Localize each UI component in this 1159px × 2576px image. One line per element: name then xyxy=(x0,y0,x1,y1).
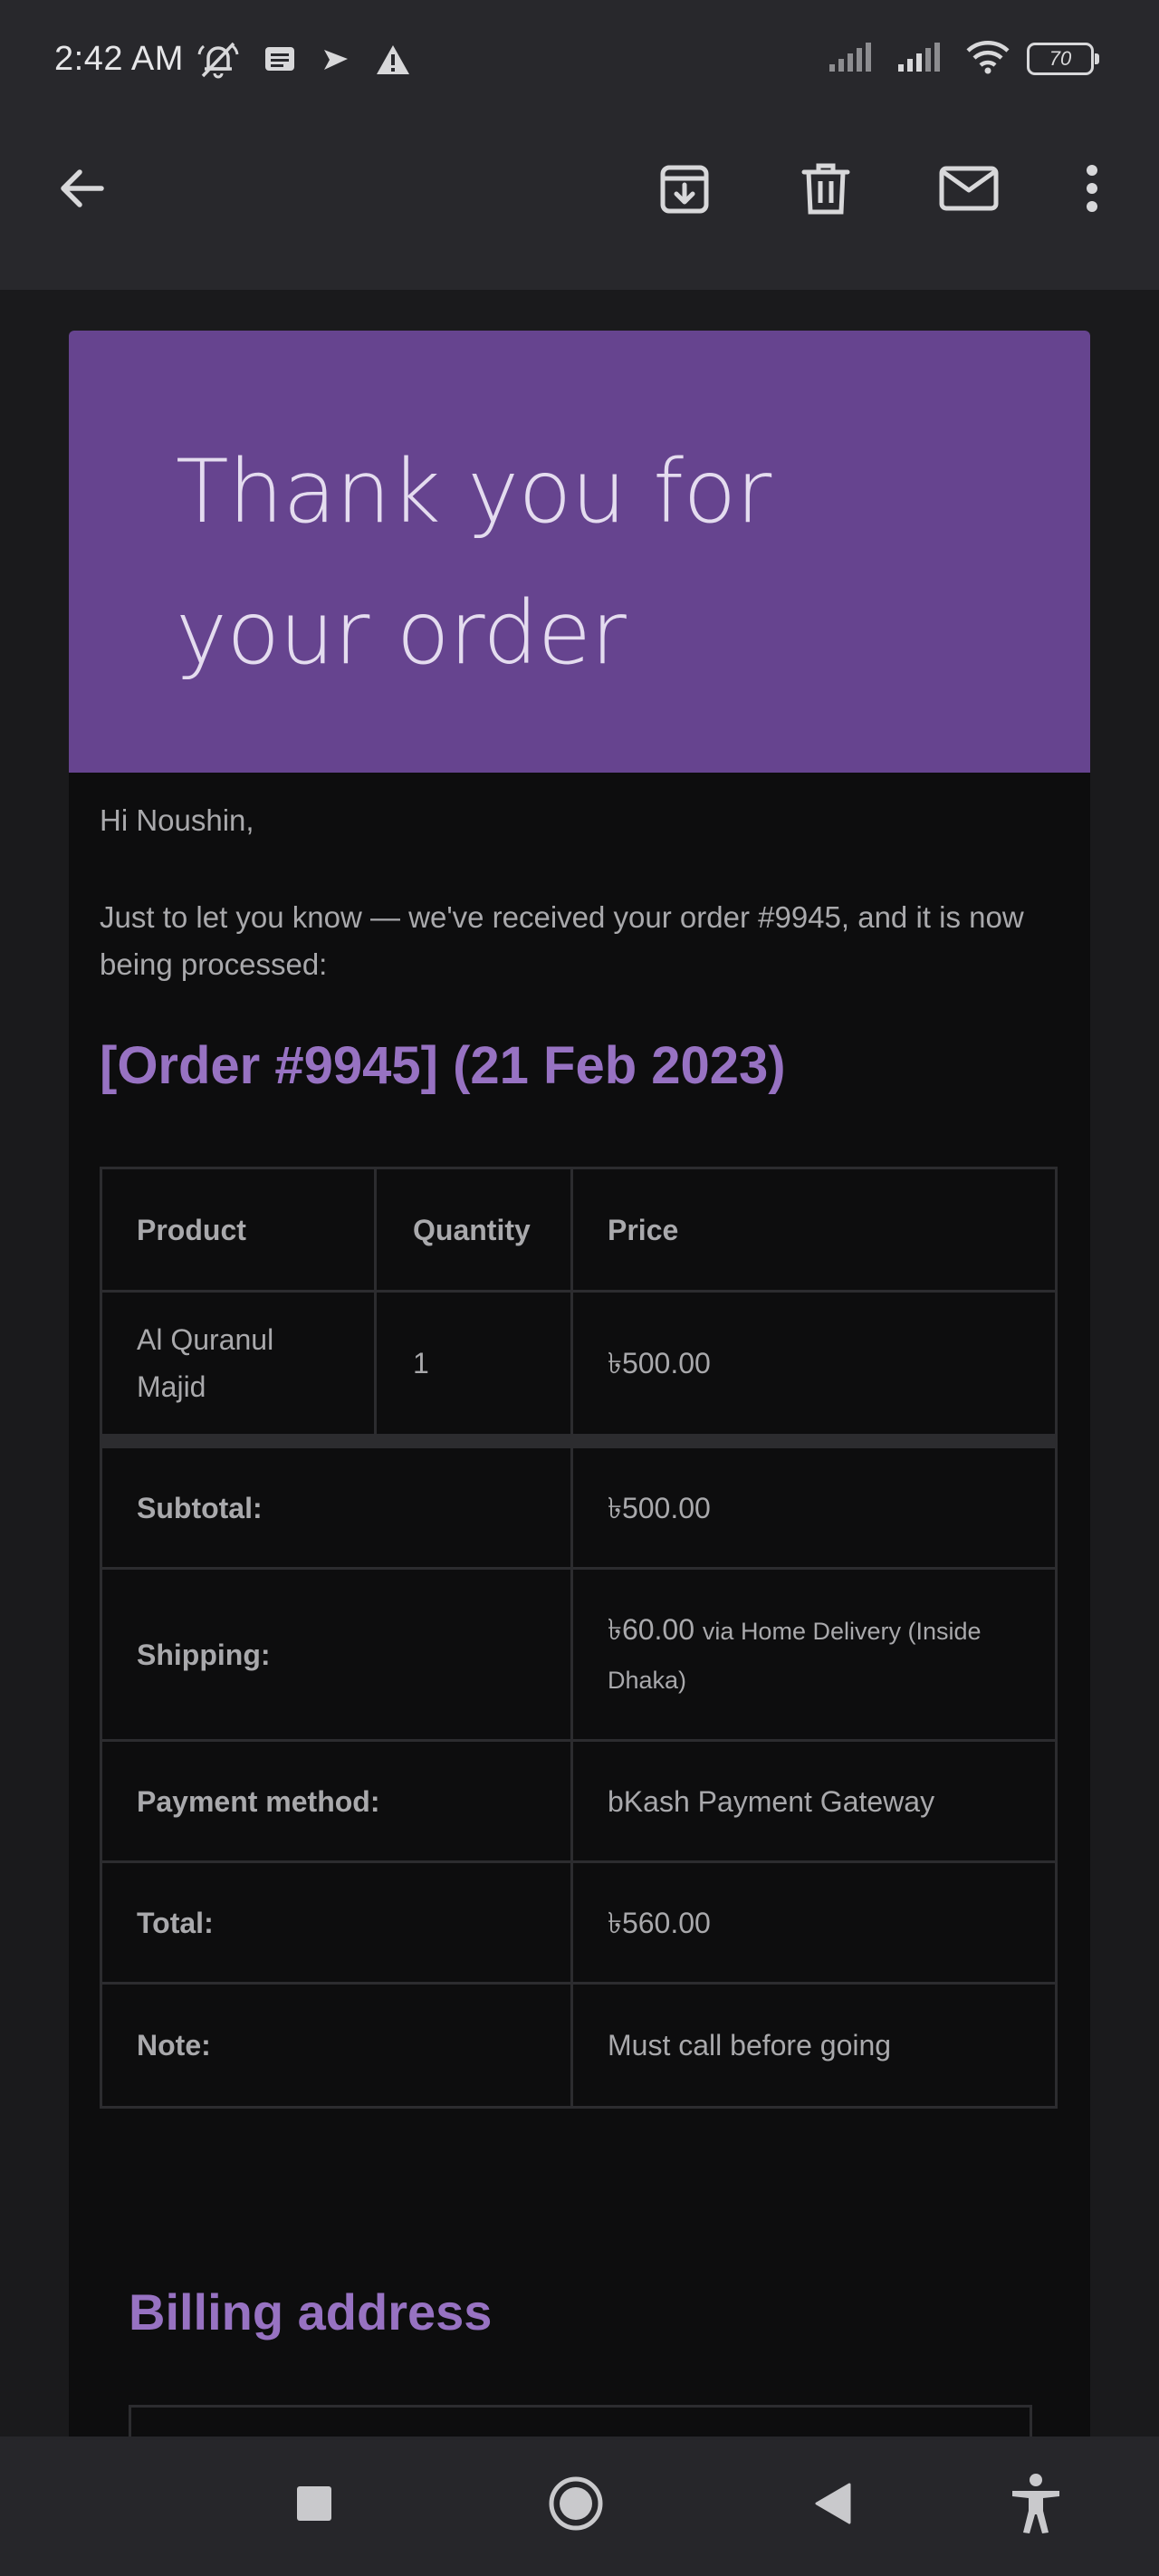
billing-address-box xyxy=(129,2405,1032,2437)
status-icons-right: 70 xyxy=(828,36,1099,82)
total-row: Total: ৳560.00 xyxy=(102,1863,1055,1985)
total-label: Total: xyxy=(137,1906,214,1939)
status-bar: 2:42 AM 70 xyxy=(0,0,1159,127)
shipping-value: ৳60.00 xyxy=(608,1612,695,1646)
mark-unread-button[interactable] xyxy=(933,154,1005,226)
email-hero-banner: Thank you for your order xyxy=(69,331,1090,773)
header-price: Price xyxy=(570,1169,1055,1290)
warning-icon xyxy=(375,43,411,81)
more-options-button[interactable] xyxy=(1056,154,1128,226)
battery-level: 70 xyxy=(1049,47,1072,70)
table-header-row: Product Quantity Price xyxy=(102,1169,1055,1293)
battery-icon: 70 xyxy=(1027,43,1099,75)
item-price: ৳500.00 xyxy=(570,1293,1055,1434)
payment-method-row: Payment method: bKash Payment Gateway xyxy=(102,1742,1055,1863)
mark-unread-icon xyxy=(938,163,1000,218)
location-arrow-icon xyxy=(321,44,351,80)
back-triangle-icon xyxy=(813,2483,853,2529)
status-time: 2:42 AM xyxy=(54,40,184,78)
delete-icon xyxy=(799,159,853,222)
recents-square-icon xyxy=(296,2485,332,2526)
signal-icon xyxy=(828,41,880,78)
back-arrow-icon xyxy=(56,163,107,218)
item-product: Al Quranul Majid xyxy=(137,1323,274,1403)
recents-button[interactable] xyxy=(278,2469,350,2542)
wifi-icon xyxy=(965,39,1011,80)
note-value: Must call before going xyxy=(570,1985,1055,2106)
shipping-value-cell: ৳60.00 via Home Delivery (Inside Dhaka) xyxy=(570,1570,1055,1739)
header-quantity: Quantity xyxy=(374,1169,570,1290)
message-icon xyxy=(263,44,297,80)
signal-icon xyxy=(896,41,949,78)
payment-method-label: Payment method: xyxy=(137,1784,380,1818)
note-row: Note: Must call before going xyxy=(102,1985,1055,2106)
back-nav-button[interactable] xyxy=(797,2469,869,2542)
subtotal-row: Subtotal: ৳500.00 xyxy=(102,1448,1055,1570)
intro-text: Just to let you know — we've received yo… xyxy=(100,900,1024,981)
order-table: Product Quantity Price Al Quranul Majid … xyxy=(100,1167,1058,2109)
payment-method-value: bKash Payment Gateway xyxy=(570,1742,1055,1860)
shipping-row: Shipping: ৳60.00 via Home Delivery (Insi… xyxy=(102,1570,1055,1742)
order-heading: [Order #9945] (21 Feb 2023) xyxy=(100,1036,786,1095)
subtotal-value: ৳500.00 xyxy=(570,1448,1055,1567)
accessibility-button[interactable] xyxy=(1000,2469,1072,2542)
item-quantity: 1 xyxy=(374,1293,570,1434)
home-circle-icon xyxy=(548,2475,604,2536)
hero-title: Thank you for your order xyxy=(176,441,771,684)
system-nav-bar xyxy=(0,2437,1159,2576)
status-icons-left xyxy=(197,40,411,83)
subtotal-label: Subtotal: xyxy=(137,1491,263,1524)
billing-address-heading: Billing address xyxy=(129,2283,493,2341)
table-row: Al Quranul Majid 1 ৳500.00 xyxy=(102,1293,1055,1448)
delete-button[interactable] xyxy=(790,154,862,226)
archive-icon xyxy=(656,159,714,222)
archive-button[interactable] xyxy=(648,154,721,226)
note-label: Note: xyxy=(137,2029,211,2062)
back-button[interactable] xyxy=(45,154,118,226)
total-value: ৳560.00 xyxy=(570,1863,1055,1982)
shipping-label: Shipping: xyxy=(137,1638,271,1671)
greeting-text: Hi Noushin, xyxy=(100,803,254,837)
more-vert-icon xyxy=(1083,161,1101,220)
header-product: Product xyxy=(137,1213,246,1246)
email-toolbar xyxy=(0,127,1159,290)
home-button[interactable] xyxy=(540,2469,612,2542)
accessibility-icon xyxy=(1009,2473,1063,2539)
email-body: Thank you for your order Hi Noushin, Jus… xyxy=(69,331,1090,2437)
notifications-muted-icon xyxy=(197,40,239,84)
